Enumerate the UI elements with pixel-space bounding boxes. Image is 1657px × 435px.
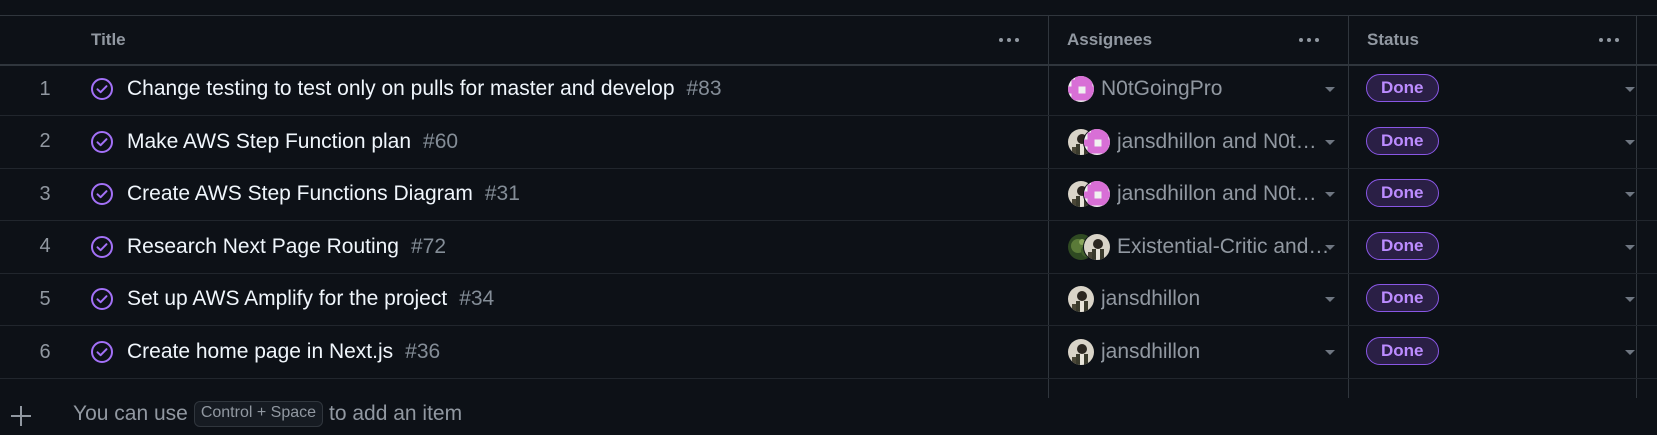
plus-icon[interactable] [10,405,32,427]
item-title-link[interactable]: Set up AWS Amplify for the project [127,287,447,311]
add-item-hint-suffix: to add an item [329,402,463,425]
item-title-link[interactable]: Create home page in Next.js [127,340,393,364]
avatar [1083,127,1111,156]
row-number: 1 [39,77,51,100]
issue-number: #31 [484,182,520,206]
assignee-names: Existential-Critic and jansdhillon [1117,234,1332,258]
row-number: 4 [39,235,51,258]
status-badge[interactable]: Done [1366,126,1439,155]
avatar [1083,232,1111,261]
status-badge[interactable]: Done [1366,284,1439,313]
assignees-dropdown-icon[interactable] [1325,139,1335,145]
item-title-cell[interactable]: Make AWS Step Function plan #60 [127,116,458,168]
assignees-cell[interactable]: jansdhillon and N0tGoingPro [1067,168,1332,220]
status-badge[interactable]: Done [1366,231,1439,260]
add-item-hint-prefix: You can use [73,402,188,425]
keyboard-shortcut: Control + Space [193,401,324,427]
row-number: 6 [39,340,51,363]
assignees-cell[interactable]: jansdhillon [1067,326,1316,378]
assignees-cell[interactable]: N0tGoingPro [1067,63,1316,115]
issue-closed-icon [90,287,114,311]
status-dropdown-icon[interactable] [1625,139,1635,145]
assignees-dropdown-icon[interactable] [1325,297,1335,303]
avatar [1067,338,1095,366]
status-dropdown-icon[interactable] [1625,244,1635,250]
assignees-column-menu-icon[interactable] [1294,28,1324,52]
item-title-cell[interactable]: Research Next Page Routing #72 [127,221,446,273]
assignees-cell[interactable]: Existential-Critic and jansdhillon [1067,221,1332,273]
issue-closed-icon [90,77,114,101]
status-column-menu-icon[interactable] [1594,28,1624,52]
table-row[interactable]: 6 Create home page in Next.js #36 jansdhill… [0,326,1657,379]
item-title-link[interactable]: Make AWS Step Function plan [127,130,411,154]
status-dropdown-icon[interactable] [1625,192,1635,198]
row-number: 5 [39,287,51,310]
assignee-names: N0tGoingPro [1101,77,1223,100]
item-title-cell[interactable]: Set up AWS Amplify for the project #34 [127,273,494,325]
table-header: Title Assignees Status [0,16,1657,66]
assignees-dropdown-icon[interactable] [1325,244,1335,250]
column-header-status[interactable]: Status [1367,16,1419,64]
column-header-assignees[interactable]: Assignees [1067,16,1152,64]
status-badge[interactable]: Done [1366,337,1439,365]
avatar-stack [1067,338,1095,366]
item-title-link[interactable]: Create AWS Step Functions Diagram [127,182,473,206]
issue-number: #72 [411,234,447,258]
avatar-stack [1067,127,1111,156]
table-row[interactable]: 3 Create AWS Step Functions Diagram #31 jan… [0,168,1657,222]
column-header-title[interactable]: Title [91,16,126,64]
assignee-names: jansdhillon [1101,287,1201,311]
status-dropdown-icon[interactable] [1625,350,1635,355]
issue-closed-icon [90,130,114,154]
item-title-cell[interactable]: Create AWS Step Functions Diagram #31 [127,168,520,220]
issue-number: #36 [405,340,441,363]
column-header-status-label: Status [1367,30,1419,49]
assignees-dropdown-icon[interactable] [1325,87,1335,92]
assignee-names: jansdhillon [1101,340,1201,363]
row-number: 3 [39,182,51,205]
issue-number: #60 [423,129,459,153]
item-title-cell[interactable]: Change testing to test only on pulls for… [127,63,722,115]
column-header-title-label: Title [91,30,126,49]
assignees-cell[interactable]: jansdhillon and N0tGoingPro [1067,116,1332,168]
item-title-link[interactable]: Change testing to test only on pulls for… [127,77,675,101]
avatar [1083,180,1111,209]
avatar-stack [1067,180,1111,209]
item-title-link[interactable]: Research Next Page Routing [127,235,399,259]
issue-closed-icon [90,182,114,206]
top-band [0,0,1657,16]
avatar [1067,285,1095,314]
issue-closed-icon [90,340,114,364]
assignees-dropdown-icon[interactable] [1325,350,1335,355]
add-item-hint: You can use Control + Space to add an it… [73,401,462,427]
status-badge[interactable]: Done [1366,179,1439,208]
assignees-cell[interactable]: jansdhillon [1067,273,1316,325]
issue-closed-icon [90,235,114,259]
assignee-names: jansdhillon and N0tGoingPro [1117,129,1332,153]
status-badge[interactable]: Done [1366,74,1439,102]
add-item-row[interactable]: You can use Control + Space to add an it… [0,399,1657,435]
table-row[interactable]: 1 Change testing to test only on pulls fo… [0,63,1657,116]
issue-number: #34 [459,287,495,311]
column-header-assignees-label: Assignees [1067,30,1153,49]
row-number: 2 [39,130,51,153]
assignee-names: jansdhillon and N0tGoingPro [1117,182,1332,206]
assignees-dropdown-icon[interactable] [1325,192,1335,198]
issue-number: #83 [686,77,722,100]
status-dropdown-icon[interactable] [1625,87,1635,92]
avatar-stack [1067,75,1095,103]
table-row[interactable]: 4 Research Next Page Routing #72 Existentia… [0,221,1657,274]
status-dropdown-icon[interactable] [1625,297,1635,303]
title-column-menu-icon[interactable] [994,28,1024,52]
item-title-cell[interactable]: Create home page in Next.js #36 [127,326,440,378]
avatar [1067,75,1095,103]
avatar-stack [1067,285,1095,314]
table-row[interactable]: 2 Make AWS Step Function plan #60 jansdhill… [0,116,1657,169]
avatar-stack [1067,232,1111,261]
table-row[interactable]: 5 Set up AWS Amplify for the project #34 ja… [0,273,1657,327]
